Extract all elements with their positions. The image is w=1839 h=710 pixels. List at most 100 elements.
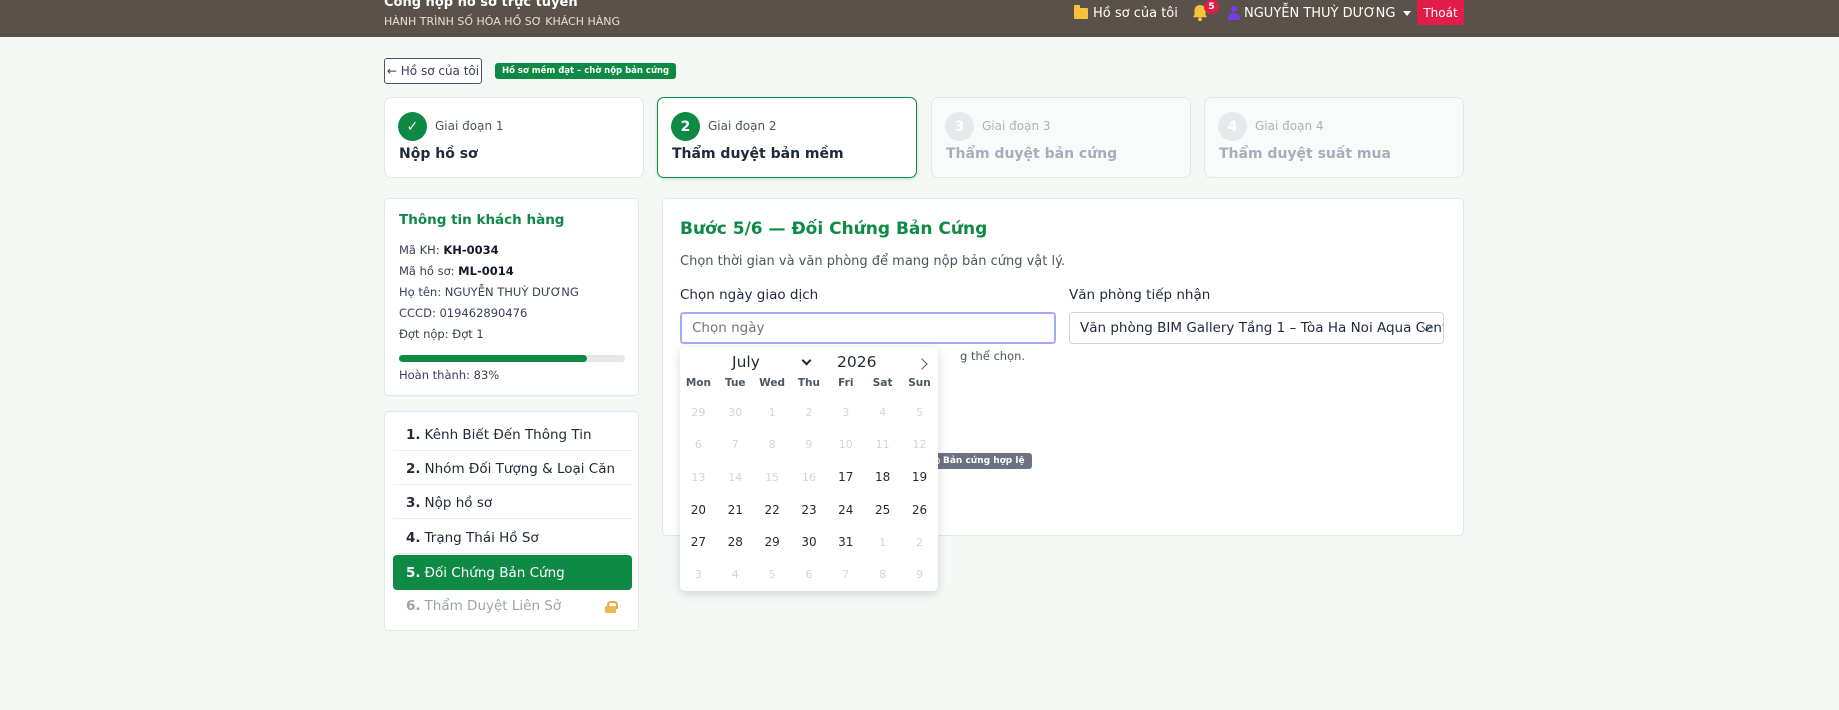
steps-menu: 1. Kênh Biết Đến Thông Tin 2. Nhóm Đối Tượ… <box>384 411 639 631</box>
stage-name: Thẩm duyệt bản mềm <box>672 146 844 162</box>
calendar-day[interactable]: 27 <box>680 526 717 559</box>
step-description: Chọn thời gian và văn phòng để mang nộp … <box>680 254 1066 269</box>
calendar-day: 13 <box>691 470 706 484</box>
calendar-day: 2 <box>805 405 813 419</box>
weekday-label: Mon <box>685 377 711 389</box>
weekday-label: Wed <box>759 377 786 389</box>
calendar-day: 2 <box>915 535 923 549</box>
stage-card-4: 4 Giai đoạn 4 Thẩm duyệt suất mua <box>1204 97 1464 178</box>
stage-label: Giai đoạn 2 <box>708 119 777 133</box>
customer-id-row: Mã KH: KH-0034 <box>399 243 499 257</box>
calendar-day[interactable]: 31 <box>827 526 864 559</box>
weekday-label: Fri <box>838 377 854 389</box>
logout-button[interactable]: Thoát <box>1417 0 1464 25</box>
stage-label: Giai đoạn 3 <box>982 119 1051 133</box>
calendar-day[interactable]: 21 <box>717 494 754 527</box>
stage-card-3: 3 Giai đoạn 3 Thẩm duyệt bản cứng <box>931 97 1191 178</box>
stage-number: 2 <box>671 112 700 141</box>
step-item-6: 6. Thẩm Duyệt Liên Sở <box>393 590 632 622</box>
office-select-value: Văn phòng BIM Gallery Tầng 1 – Tòa Ha No… <box>1080 320 1444 336</box>
step-item-5[interactable]: 5. Đối Chứng Bản Cứng <box>393 555 632 590</box>
notification-count-badge: 5 <box>1204 0 1219 14</box>
calendar-day[interactable]: 30 <box>791 526 828 559</box>
step-title: Bước 5/6 — Đối Chứng Bản Cứng <box>680 219 988 239</box>
calendar-day[interactable]: 28 <box>717 526 754 559</box>
stage-card-1: ✓ Giai đoạn 1 Nộp hồ sơ <box>384 97 644 178</box>
brand-title: Cổng nộp hồ sơ trực tuyến <box>384 0 578 10</box>
calendar-day[interactable]: 24 <box>827 494 864 527</box>
calendar-day[interactable]: 22 <box>754 494 791 527</box>
stage-card-2: 2 Giai đoạn 2 Thẩm duyệt bản mềm <box>657 97 917 178</box>
calendar-day[interactable]: 20 <box>680 494 717 527</box>
date-input[interactable] <box>680 312 1056 344</box>
folder-icon <box>1074 4 1088 19</box>
calendar-day: 4 <box>731 568 739 582</box>
calendar-day: 11 <box>875 438 890 452</box>
full-name-row: Họ tên: NGUYỄN THUỲ DƯƠNG <box>399 285 579 299</box>
next-month-icon[interactable] <box>916 358 928 370</box>
weekday-label: Tue <box>724 377 746 389</box>
calendar-day: 7 <box>842 568 850 582</box>
user-icon <box>1228 6 1240 20</box>
date-field-label: Chọn ngày giao dịch <box>680 287 819 303</box>
calendar-day: 3 <box>842 405 850 419</box>
calendar-day[interactable]: 29 <box>754 526 791 559</box>
calendar-day[interactable]: 17 <box>827 461 864 494</box>
customer-info-card: Thông tin khách hàng Mã KH: KH-0034 Mã h… <box>384 198 639 396</box>
office-select[interactable]: Văn phòng BIM Gallery Tầng 1 – Tòa Ha No… <box>1069 312 1444 344</box>
calendar-day: 8 <box>879 568 887 582</box>
calendar-day: 3 <box>694 568 702 582</box>
valid-hardcopy-badge: Bản cứng hợp lệ <box>927 453 1032 469</box>
stage-label: Giai đoạn 4 <box>1255 119 1324 133</box>
calendar-day: 4 <box>879 405 887 419</box>
my-files-link[interactable]: Hồ sơ của tôi <box>1074 4 1178 22</box>
weekday-label: Thu <box>797 377 821 389</box>
calendar-day: 16 <box>801 470 816 484</box>
date-picker-popup: July 2026 Mon Tue Wed Thu Fri Sat Sun 29 30 1 2 3 4… <box>680 347 938 591</box>
calendar-day[interactable]: 25 <box>864 494 901 527</box>
weekday-label: Sun <box>908 377 931 389</box>
month-select[interactable]: July <box>732 353 812 371</box>
stage-number: 4 <box>1218 112 1247 141</box>
stage-name: Nộp hồ sơ <box>399 146 478 162</box>
calendar-day: 5 <box>915 405 923 419</box>
lock-icon <box>605 601 618 613</box>
calendar-day: 10 <box>838 438 853 452</box>
calendar-day: 6 <box>694 438 702 452</box>
back-to-my-files-button[interactable]: ← Hồ sơ của tôi <box>384 58 482 84</box>
year-input[interactable]: 2026 <box>837 353 876 371</box>
step-item-3[interactable]: 3. Nộp hồ sơ <box>393 487 632 519</box>
date-hint-text: g thể chọn. <box>960 349 1026 363</box>
calendar-day: 1 <box>768 405 776 419</box>
chevron-down-icon <box>801 355 812 365</box>
calendar-days: 29 30 1 2 3 4 5 6 7 8 9 10 11 12 13 14 15 16 17 18 19 20 21 22 2… <box>680 396 938 591</box>
top-bar: Cổng nộp hồ sơ trực tuyến HÀNH TRÌNH SỐ … <box>0 0 1839 37</box>
calendar-day[interactable]: 18 <box>864 461 901 494</box>
calendar-day: 29 <box>691 405 706 419</box>
calendar-day: 12 <box>912 438 927 452</box>
month-value: July <box>732 353 760 371</box>
step-item-4[interactable]: 4. Trạng Thái Hồ Sơ <box>393 522 632 554</box>
step-item-1[interactable]: 1. Kênh Biết Đến Thông Tin <box>393 419 632 451</box>
calendar-day: 9 <box>805 438 813 452</box>
calendar-day: 6 <box>805 568 813 582</box>
user-name: NGUYỄN THUỲ DƯƠNG <box>1244 5 1396 21</box>
calendar-day: 1 <box>879 535 887 549</box>
calendar-day: 14 <box>728 470 743 484</box>
file-id-row: Mã hồ sơ: ML-0014 <box>399 264 514 278</box>
calendar-day[interactable]: 23 <box>791 494 828 527</box>
user-menu[interactable]: NGUYỄN THUỲ DƯƠNG <box>1228 4 1412 22</box>
customer-info-title: Thông tin khách hàng <box>399 212 565 228</box>
stage-name: Thẩm duyệt suất mua <box>1219 146 1391 162</box>
calendar-day: 7 <box>731 438 739 452</box>
calendar-day: 30 <box>728 405 743 419</box>
weekday-label: Sat <box>872 377 893 389</box>
step-item-2[interactable]: 2. Nhóm Đối Tượng & Loại Căn <box>393 453 632 485</box>
progress-text: Hoàn thành: 83% <box>399 368 500 382</box>
calendar-day[interactable]: 19 <box>901 461 938 494</box>
calendar-day: 8 <box>768 438 776 452</box>
stage-number: 3 <box>945 112 974 141</box>
calendar-day[interactable]: 26 <box>901 494 938 527</box>
calendar-day: 9 <box>915 568 923 582</box>
check-icon: ✓ <box>398 112 427 141</box>
